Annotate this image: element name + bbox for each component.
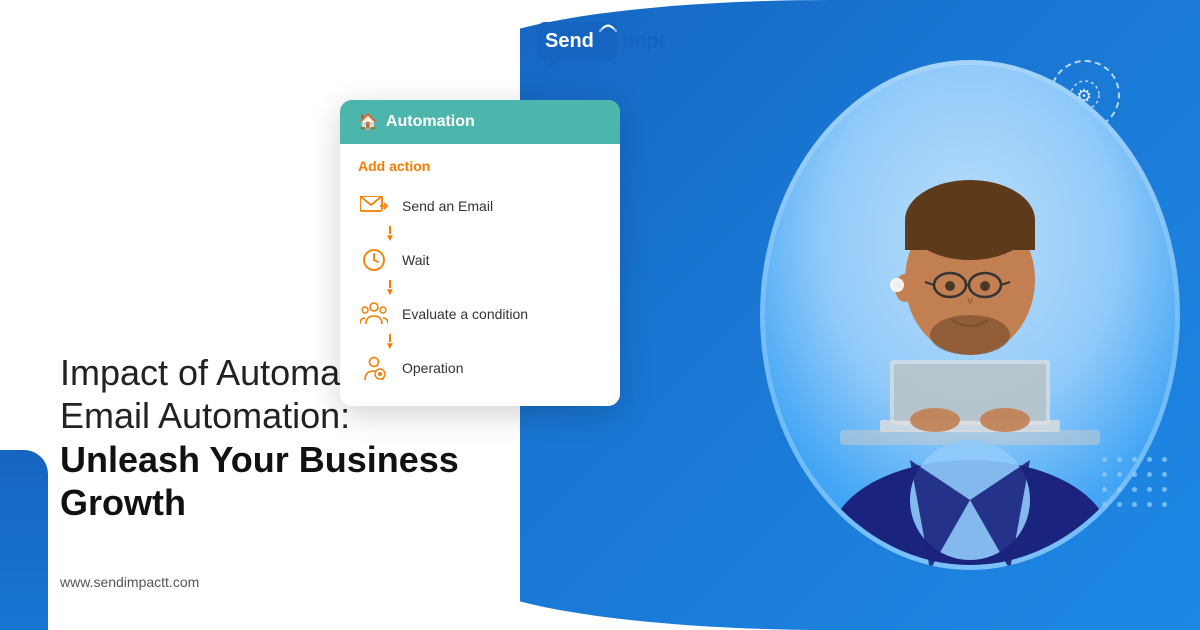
headline-line3: Unleash Your Business — [60, 438, 470, 481]
evaluate-icon — [358, 298, 390, 330]
panel-item-evaluate[interactable]: Evaluate a condition — [358, 298, 602, 330]
connector-3: ▼ — [358, 334, 602, 352]
panel-item-wait[interactable]: Wait — [358, 244, 602, 276]
connector-2: ▼ — [358, 280, 602, 298]
wait-label: Wait — [402, 252, 429, 268]
add-action-label: Add action — [358, 158, 602, 174]
page-container: Send impactt Impact of Automated Email A… — [0, 0, 1200, 630]
svg-text:Send: Send — [545, 30, 594, 52]
logo-area: Send impactt — [0, 20, 1200, 73]
evaluate-icon-svg — [360, 302, 388, 326]
headline-line4: Growth — [60, 481, 470, 524]
panel-header: 🏠 Automation — [340, 100, 620, 144]
panel-title: Automation — [386, 113, 475, 131]
operation-label: Operation — [402, 360, 463, 376]
connector-1: ▼ — [358, 226, 602, 244]
panel-item-operation[interactable]: Operation — [358, 352, 602, 384]
panel-body: Add action Send an Email ▼ — [340, 144, 620, 406]
send-email-icon — [358, 190, 390, 222]
logo-svg: Send impactt — [535, 20, 665, 68]
send-email-label: Send an Email — [402, 198, 493, 214]
email-icon-svg — [360, 196, 388, 216]
panel-item-send-email[interactable]: Send an Email — [358, 190, 602, 222]
left-blue-accent — [0, 450, 48, 630]
operation-icon-svg — [361, 355, 387, 381]
automation-panel: 🏠 Automation Add action Send an Email — [340, 100, 620, 406]
operation-icon — [358, 352, 390, 384]
decorative-dots-bottom-right — [1102, 457, 1170, 510]
home-icon: 🏠 — [358, 112, 378, 132]
evaluate-label: Evaluate a condition — [402, 306, 528, 322]
svg-text:impactt: impactt — [623, 30, 665, 52]
website-url: www.sendimpactt.com — [60, 574, 470, 590]
clock-icon-svg — [362, 248, 386, 272]
wait-icon — [358, 244, 390, 276]
logo: Send impactt — [535, 20, 665, 73]
